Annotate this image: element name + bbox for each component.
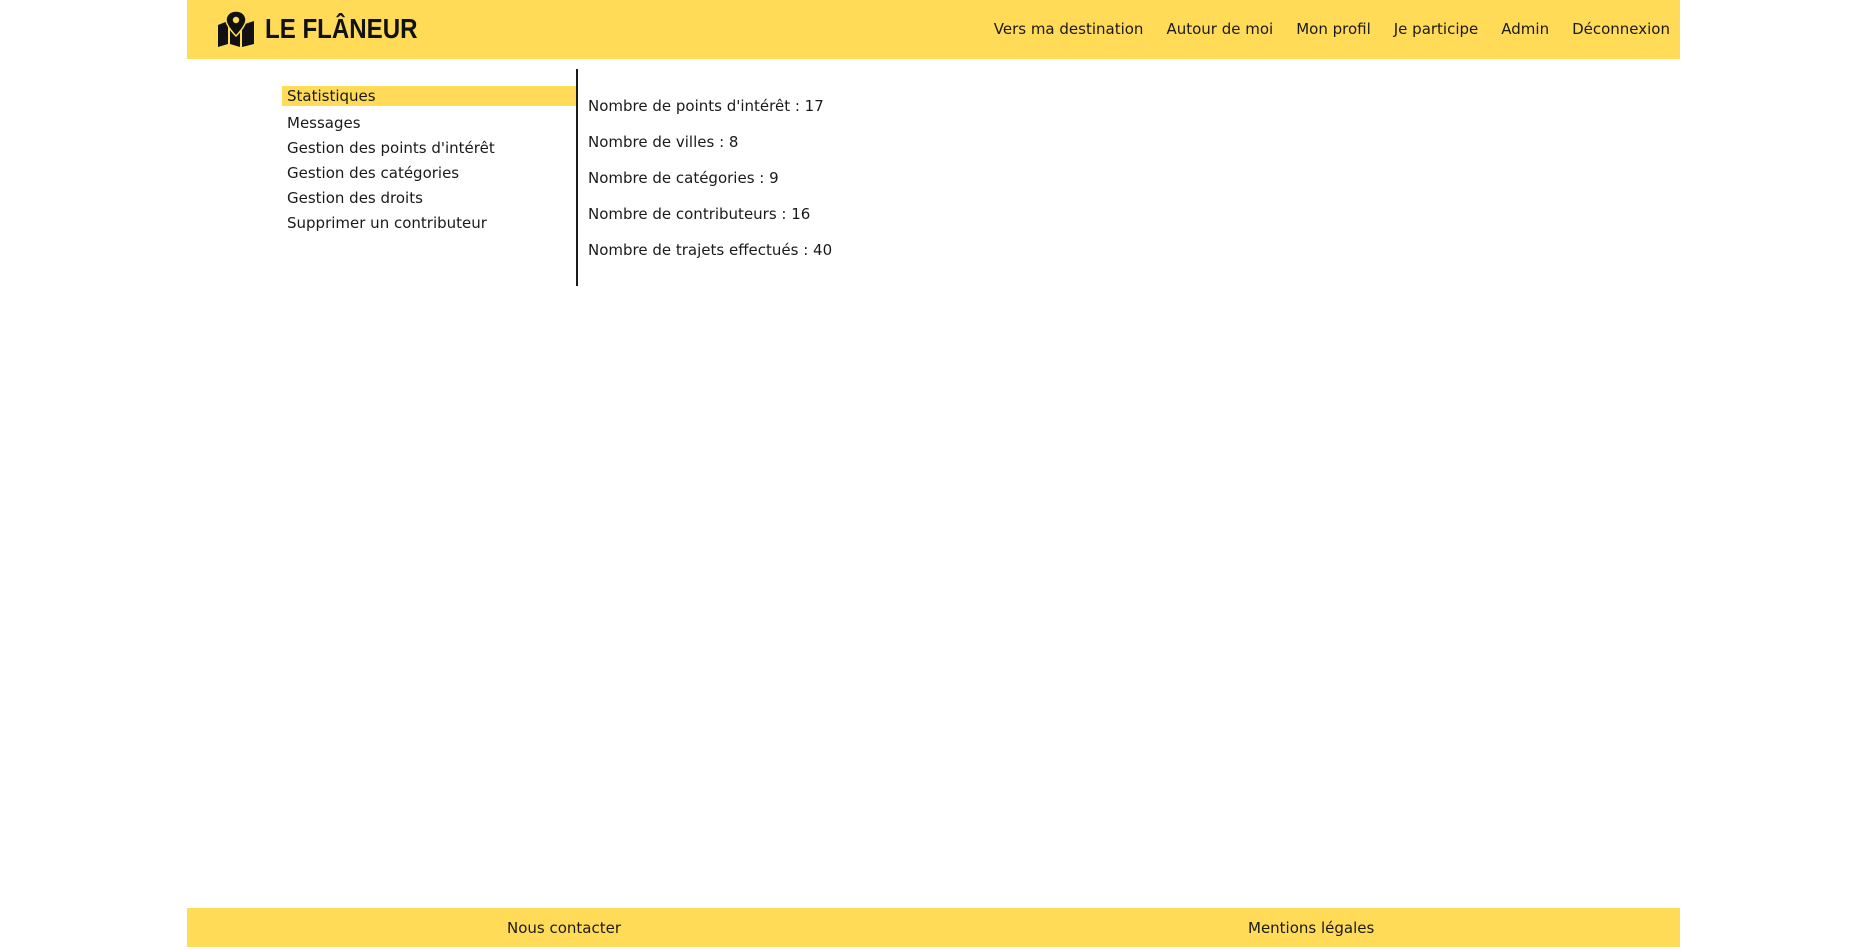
footer-legal-link[interactable]: Mentions légales bbox=[1248, 919, 1374, 937]
stat-categories: Nombre de catégories : 9 bbox=[588, 169, 779, 187]
brand-logo[interactable]: LE FLÂNEUR bbox=[217, 10, 442, 48]
nav-mon-profil[interactable]: Mon profil bbox=[1296, 20, 1371, 38]
stat-contributeurs: Nombre de contributeurs : 16 bbox=[588, 205, 811, 223]
sidebar-item-droits[interactable]: Gestion des droits bbox=[282, 186, 578, 211]
brand-name: LE FLÂNEUR bbox=[265, 13, 418, 44]
sidebar-item-supprimer-contributeur[interactable]: Supprimer un contributeur bbox=[282, 211, 578, 236]
nav-je-participe[interactable]: Je participe bbox=[1394, 20, 1479, 38]
stat-trajets: Nombre de trajets effectués : 40 bbox=[588, 241, 833, 259]
vertical-divider bbox=[576, 69, 578, 286]
map-pin-icon bbox=[218, 11, 254, 47]
sidebar-item-messages[interactable]: Messages bbox=[282, 111, 578, 136]
sidebar-item-categories[interactable]: Gestion des catégories bbox=[282, 161, 578, 186]
nav-vers-ma-destination[interactable]: Vers ma destination bbox=[994, 20, 1144, 38]
stat-villes: Nombre de villes : 8 bbox=[588, 133, 739, 151]
sidebar-item-points-interet[interactable]: Gestion des points d'intérêt bbox=[282, 136, 578, 161]
nav-admin[interactable]: Admin bbox=[1501, 20, 1549, 38]
nav-autour-de-moi[interactable]: Autour de moi bbox=[1166, 20, 1273, 38]
statistics-panel: Nombre de points d'intérêt : 17 Nombre d… bbox=[588, 96, 832, 276]
stat-points-interet: Nombre de points d'intérêt : 17 bbox=[588, 97, 824, 115]
sidebar-item-statistiques[interactable]: Statistiques bbox=[282, 86, 578, 106]
site-footer: Nous contacter Mentions légales bbox=[187, 908, 1680, 947]
nav-deconnexion[interactable]: Déconnexion bbox=[1572, 20, 1670, 38]
main-nav: Vers ma destination Autour de moi Mon pr… bbox=[994, 20, 1670, 38]
site-header: LE FLÂNEUR Vers ma destination Autour de… bbox=[187, 0, 1680, 59]
footer-contact-link[interactable]: Nous contacter bbox=[507, 919, 621, 937]
admin-sidebar: Statistiques Messages Gestion des points… bbox=[282, 86, 578, 236]
